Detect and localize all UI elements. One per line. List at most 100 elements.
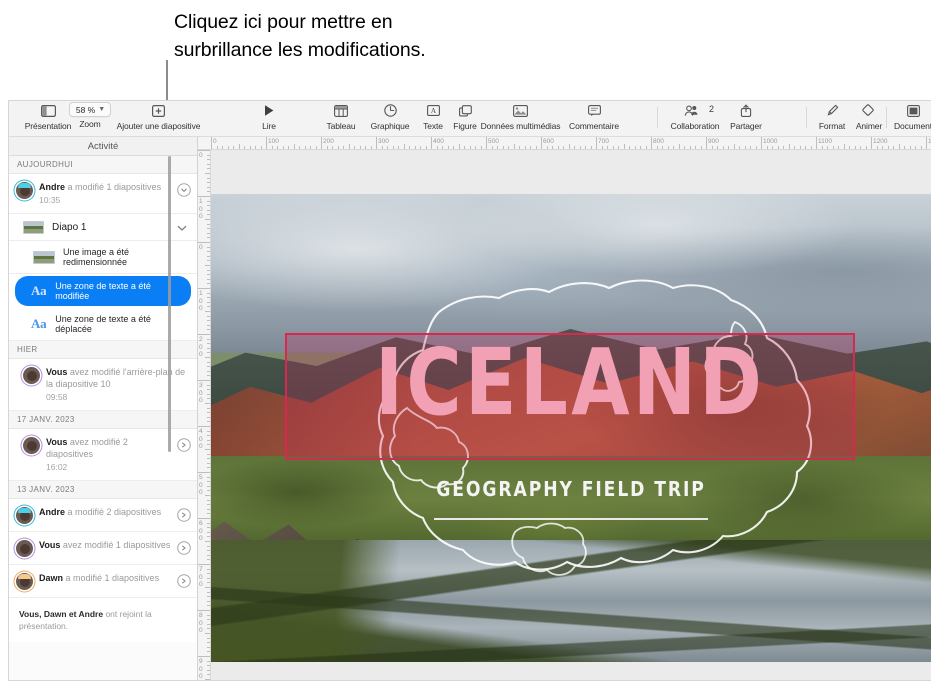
toolbar-label-play: Lire bbox=[262, 121, 276, 131]
slide-content[interactable]: ICELAND GEOGRAPHY FIELD TRIP bbox=[211, 194, 931, 662]
ruler-h-tick bbox=[480, 146, 482, 149]
activity-row[interactable]: Vous avez modifié 1 diapositives bbox=[9, 532, 197, 565]
ruler-v-tick bbox=[207, 177, 210, 179]
ruler-h-tick bbox=[915, 146, 916, 149]
text-aa-icon: Aa bbox=[31, 316, 47, 331]
toolbar-button-document[interactable]: Document bbox=[887, 102, 931, 136]
ruler-h-tick bbox=[667, 146, 669, 149]
toolbar-button-animate[interactable]: Animer bbox=[847, 102, 891, 136]
ruler-h-tick bbox=[590, 146, 592, 149]
expand-circle-icon[interactable] bbox=[177, 438, 191, 452]
ruler-h-tick bbox=[645, 146, 647, 149]
ruler-v-tick bbox=[207, 490, 210, 492]
toolbar-label-collaboration: Collaboration bbox=[670, 121, 720, 131]
ruler-v-tick bbox=[207, 301, 210, 303]
text-box-icon: A bbox=[426, 102, 440, 119]
ruler-v-tick bbox=[207, 347, 210, 349]
ruler-h-label: 900 bbox=[708, 138, 719, 145]
ruler-h-tick bbox=[926, 137, 927, 149]
ruler-h-tick bbox=[755, 146, 757, 149]
collaboration-count-badge: 2 bbox=[709, 104, 715, 114]
ruler-h-tick bbox=[711, 146, 713, 149]
window-body: Activité AUJOURDHUI Andre a modifié 1 di… bbox=[9, 137, 931, 680]
ruler-h-tick bbox=[398, 146, 399, 149]
ruler-v-tick bbox=[207, 619, 210, 621]
ruler-v-tick bbox=[207, 600, 210, 602]
toolbar-label-table: Tableau bbox=[326, 121, 356, 131]
ruler-v-tick bbox=[198, 472, 210, 473]
ruler-h-tick bbox=[832, 146, 834, 149]
activity-row-text: Vous avez modifié 1 diapositives bbox=[33, 539, 177, 551]
toolbar-button-chart[interactable]: Graphique bbox=[361, 102, 419, 136]
activity-row[interactable]: Dawn a modifié 1 diapositives bbox=[9, 565, 197, 598]
ruler-h-tick bbox=[673, 146, 674, 149]
ruler-v-tick bbox=[207, 375, 210, 377]
ruler-h-tick bbox=[447, 146, 449, 149]
toolbar-button-add-slide[interactable]: Ajouter une diapositive bbox=[105, 102, 212, 136]
toolbar-button-share[interactable]: Partager bbox=[721, 102, 771, 136]
activity-author: Andre bbox=[39, 182, 66, 192]
expand-circle-icon[interactable] bbox=[177, 574, 191, 588]
ruler-h-tick bbox=[794, 146, 795, 149]
ruler-v-tick bbox=[198, 150, 210, 151]
ruler-h-tick bbox=[222, 146, 223, 149]
ruler-h-tick bbox=[777, 146, 779, 149]
ruler-h-tick bbox=[678, 144, 680, 149]
ruler-v-tick bbox=[207, 577, 210, 579]
toolbar-button-comment[interactable]: Commentaire bbox=[558, 102, 630, 136]
chevron-down-icon[interactable] bbox=[175, 220, 189, 234]
ruler-h-tick bbox=[761, 137, 762, 149]
expand-circle-icon[interactable] bbox=[177, 541, 191, 555]
activity-row-text: Andre a modifié 1 diapositives 10:35 bbox=[33, 181, 177, 206]
activity-list[interactable]: AUJOURDHUI Andre a modifié 1 diapositive… bbox=[9, 156, 197, 680]
subtitle-underline bbox=[434, 518, 708, 521]
vertical-ruler[interactable]: 0 1 0 0 0 1 0 0 2 0 0 3 0 0 4 0 0 5 0 0 6 0 0 7 0… bbox=[198, 150, 211, 680]
ruler-v-tick bbox=[198, 426, 210, 427]
ruler-h-tick bbox=[557, 146, 559, 149]
expand-circle-icon[interactable] bbox=[177, 508, 191, 522]
toolbar-button-play[interactable]: Lire bbox=[241, 102, 297, 136]
collapse-circle-icon[interactable] bbox=[177, 183, 191, 197]
ruler-h-tick bbox=[458, 144, 460, 149]
ruler-v-tick bbox=[207, 306, 210, 308]
document-icon bbox=[906, 102, 920, 119]
ruler-h-tick bbox=[827, 146, 828, 149]
ruler-h-tick bbox=[524, 146, 526, 149]
change-item-text-modified[interactable]: Aa Une zone de texte a été modifiée bbox=[15, 276, 191, 306]
toolbar-separator-1 bbox=[657, 107, 658, 128]
ruler-v-tick bbox=[205, 541, 210, 542]
title-textbox-selection[interactable]: ICELAND bbox=[285, 329, 856, 460]
ruler-h-tick bbox=[535, 146, 537, 149]
ruler-h-tick bbox=[233, 146, 234, 149]
activity-row[interactable]: Andre a modifié 2 diapositives bbox=[9, 499, 197, 532]
toolbar-button-collaboration[interactable]: Collaboration bbox=[660, 102, 730, 136]
ruler-h-tick bbox=[766, 146, 768, 149]
ruler-h-label: 400 bbox=[433, 138, 444, 145]
horizontal-ruler[interactable]: 0 100 200 300 400 500 600 700 800 900 1000 1100 1200… bbox=[198, 137, 931, 150]
toolbar-label-add-slide: Ajouter une diapositive bbox=[116, 121, 201, 131]
ruler-h-label: 200 bbox=[323, 138, 334, 145]
ruler-h-tick bbox=[453, 146, 454, 149]
callout-annotation: Cliquez ici pour mettre en surbrillance … bbox=[174, 8, 594, 64]
ruler-v-tick bbox=[207, 485, 210, 487]
table-icon bbox=[334, 102, 348, 119]
slide-canvas-area[interactable]: ICELAND GEOGRAPHY FIELD TRIP 0 100 200 300 4… bbox=[198, 137, 931, 680]
activity-author: Dawn bbox=[39, 573, 64, 583]
ruler-h-tick bbox=[623, 144, 625, 149]
slide-subtitle[interactable]: GEOGRAPHY FIELD TRIP bbox=[261, 477, 880, 501]
ruler-h-label: 1000 bbox=[763, 138, 778, 145]
toolbar-button-table[interactable]: Tableau bbox=[316, 102, 366, 136]
ruler-h-tick bbox=[728, 146, 729, 149]
ruler-h-tick bbox=[255, 146, 256, 149]
ruler-h-tick bbox=[722, 146, 724, 149]
toolbar-label-zoom: Zoom bbox=[79, 119, 101, 129]
media-icon bbox=[513, 102, 528, 119]
ruler-v-tick bbox=[207, 228, 210, 230]
collaboration-icon bbox=[684, 102, 706, 119]
ruler-v-tick bbox=[207, 283, 210, 285]
ruler-v-tick bbox=[207, 554, 210, 556]
ruler-h-tick bbox=[513, 144, 515, 149]
ruler-v-tick bbox=[207, 407, 210, 409]
activity-scrollbar[interactable] bbox=[168, 156, 171, 452]
ruler-h-tick bbox=[238, 144, 240, 149]
